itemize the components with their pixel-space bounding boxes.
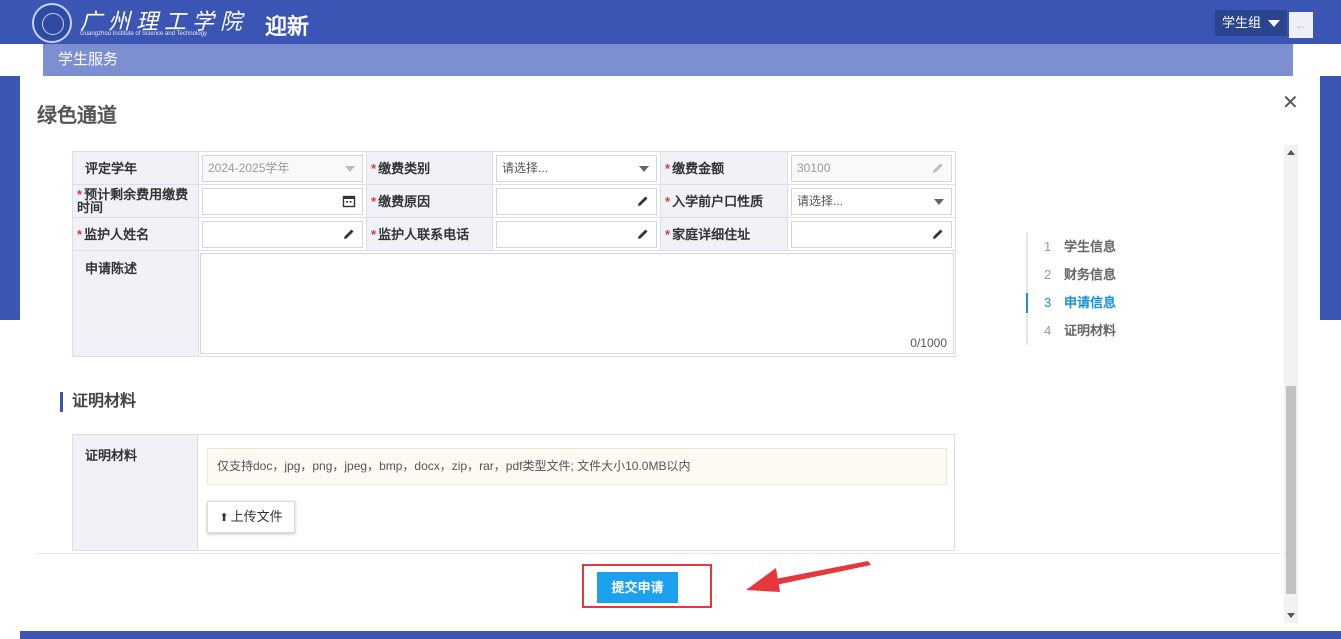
calendar-icon	[342, 195, 356, 207]
scroll-up-icon[interactable]	[1287, 150, 1295, 155]
amount-field[interactable]: 30100	[791, 154, 952, 182]
step-materials[interactable]: 4 证明材料	[1028, 317, 1116, 345]
back-arrow-icon[interactable]: ←	[1289, 12, 1313, 38]
reason-input[interactable]	[496, 187, 657, 215]
category-select[interactable]: 请选择...	[496, 154, 657, 182]
materials-label: 证明材料	[73, 435, 198, 550]
address-input[interactable]	[791, 220, 952, 248]
amount-label: * 缴费金额	[660, 151, 788, 185]
materials-upload-panel: 证明材料 仅支持doc，jpg，png，jpeg，bmp，docx，zip，ra…	[72, 434, 955, 551]
role-label: 学生组	[1222, 15, 1262, 30]
top-bar: 广州理工学院 Guangzhou Institute of Science an…	[0, 0, 1341, 44]
step-student-info[interactable]: 1 学生信息	[1028, 233, 1116, 261]
submit-application-button[interactable]: 提交申请	[597, 572, 678, 603]
address-label: * 家庭详细住址	[660, 217, 788, 251]
statement-textarea[interactable]: 0/1000	[200, 253, 954, 354]
guardian-name-input[interactable]	[202, 220, 363, 248]
scroll-thumb[interactable]	[1286, 386, 1296, 594]
hukou-select[interactable]: 请选择...	[791, 187, 952, 215]
step-navigator: 1 学生信息 2 财务信息 3 申请信息 4 证明材料	[1025, 233, 1116, 345]
year-label: 评定学年	[72, 151, 199, 185]
upload-file-button[interactable]: ⬆ 上传文件	[207, 501, 295, 533]
due-time-label: * 预计剩余费用缴费时间	[72, 184, 199, 218]
footer-divider	[36, 553, 1282, 554]
role-select[interactable]: 学生组	[1215, 10, 1287, 36]
chevron-down-icon	[345, 165, 355, 172]
app-title: 迎新	[265, 14, 310, 39]
file-type-notice: 仅支持doc，jpg，png，jpeg，bmp，docx，zip，rar，pdf…	[207, 448, 947, 485]
close-icon[interactable]: ✕	[1282, 90, 1299, 115]
materials-section-title: 证明材料	[60, 392, 136, 412]
statement-label: 申请陈述	[72, 250, 199, 357]
school-subtitle: Guangzhou Institute of Science and Techn…	[80, 31, 207, 37]
step-application-info[interactable]: 3 申请信息	[1025, 289, 1116, 317]
form-row: 评定学年 2024-2025学年 * 缴费类别 请选择... * 缴费金额 30…	[72, 151, 956, 185]
chevron-down-icon	[934, 198, 944, 205]
form-row: * 预计剩余费用缴费时间 * 缴费原因 * 入学前户口性质 请选择...	[72, 184, 956, 218]
step-finance-info[interactable]: 2 财务信息	[1028, 261, 1116, 289]
modal-title: 绿色通道	[37, 105, 117, 127]
category-label: * 缴费类别	[366, 151, 493, 185]
guardian-phone-label: * 监护人联系电话	[366, 217, 493, 251]
caret-down-icon	[1268, 20, 1280, 27]
reason-label: * 缴费原因	[366, 184, 493, 218]
pencil-icon	[638, 196, 648, 206]
upload-icon: ⬆	[219, 512, 229, 524]
pencil-icon	[933, 163, 943, 173]
due-date-input[interactable]	[202, 187, 363, 215]
hukou-label: * 入学前户口性质	[660, 184, 788, 218]
school-seal-logo	[32, 3, 72, 43]
form-row: * 监护人姓名 * 监护人联系电话 * 家庭详细住址	[72, 217, 956, 251]
pencil-icon	[933, 229, 943, 239]
guardian-name-label: * 监护人姓名	[72, 217, 199, 251]
form-row: 申请陈述 0/1000	[72, 250, 956, 357]
pencil-icon	[638, 229, 648, 239]
modal-scrollbar[interactable]	[1284, 145, 1298, 623]
pencil-icon	[344, 229, 354, 239]
char-counter: 0/1000	[910, 336, 947, 350]
green-channel-modal: 绿色通道 ✕ 评定学年 2024-2025学年 * 缴费类别 请选择... * …	[20, 76, 1320, 631]
bottom-band	[20, 631, 1341, 639]
application-form: 评定学年 2024-2025学年 * 缴费类别 请选择... * 缴费金额 30…	[72, 151, 956, 357]
scroll-down-icon[interactable]	[1287, 613, 1295, 618]
year-select[interactable]: 2024-2025学年	[202, 154, 363, 182]
chevron-down-icon	[639, 165, 649, 172]
modal-scroll-area: 评定学年 2024-2025学年 * 缴费类别 请选择... * 缴费金额 30…	[36, 145, 1284, 623]
guardian-phone-input[interactable]	[496, 220, 657, 248]
subnav-bar: 学生服务	[43, 44, 1293, 76]
